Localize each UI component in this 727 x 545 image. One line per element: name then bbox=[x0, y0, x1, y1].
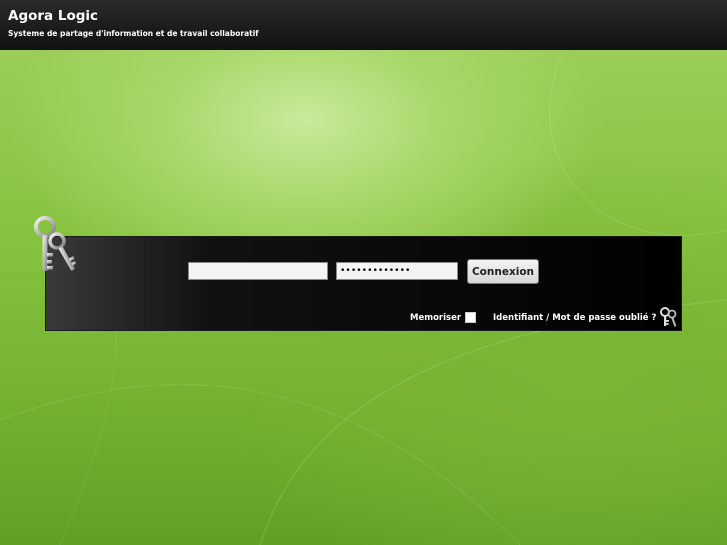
username-input[interactable] bbox=[188, 262, 328, 280]
remember-checkbox[interactable] bbox=[465, 312, 476, 323]
app-title: Agora Logic bbox=[8, 8, 99, 24]
remember-label: Memoriser bbox=[410, 313, 462, 323]
login-panel: Connexion Memoriser Identifiant / Mot de… bbox=[45, 236, 682, 331]
app-subtitle: Systeme de partage d'information et de t… bbox=[8, 29, 259, 38]
password-input[interactable] bbox=[336, 262, 458, 280]
forgot-keys-icon[interactable] bbox=[659, 307, 679, 329]
connexion-button[interactable]: Connexion bbox=[467, 259, 539, 284]
app-header: Agora Logic Systeme de partage d'informa… bbox=[0, 0, 727, 50]
forgot-credentials-link[interactable]: Identifiant / Mot de passe oublié ? bbox=[493, 313, 656, 323]
keys-icon bbox=[34, 216, 77, 271]
